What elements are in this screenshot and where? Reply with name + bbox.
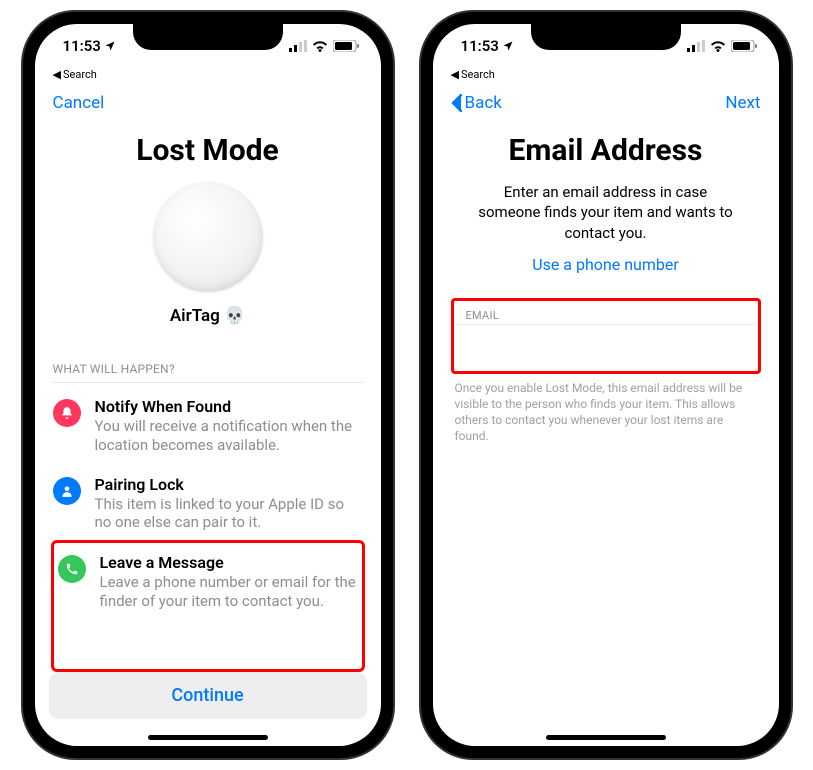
message-title: Leave a Message (100, 553, 358, 572)
location-icon (104, 40, 116, 52)
highlight-email-field: EMAIL (451, 298, 761, 374)
email-label: EMAIL (456, 303, 756, 324)
person-icon (53, 477, 81, 505)
airtag-image (153, 182, 263, 292)
page-subtitle: Enter an email address in case someone f… (451, 182, 761, 243)
section-header: WHAT WILL HAPPEN? (53, 362, 363, 383)
status-icons (687, 40, 757, 52)
home-indicator[interactable] (546, 735, 666, 740)
pairing-desc: This item is linked to your Apple ID so … (95, 495, 363, 533)
battery-icon (731, 40, 757, 52)
info-row-notify: Notify When Found You will receive a not… (53, 387, 363, 465)
use-phone-link[interactable]: Use a phone number (451, 255, 761, 274)
back-search-label: Search (461, 68, 495, 81)
email-footnote: Once you enable Lost Mode, this email ad… (451, 374, 761, 445)
screen-lost-mode: 11:53 ◀ Search Cancel Lost Mode AirTag 💀… (35, 24, 381, 746)
back-search-label: Search (63, 68, 97, 81)
bell-icon (53, 399, 81, 427)
page-title: Lost Mode (53, 133, 363, 168)
signal-icon (687, 40, 705, 52)
phone-right: 11:53 ◀ Search Back Next Email Address E… (421, 12, 791, 758)
content-area: Email Address Enter an email address in … (433, 123, 779, 729)
status-time: 11:53 (461, 37, 499, 55)
status-time: 11:53 (63, 37, 101, 55)
home-indicator[interactable] (148, 735, 268, 740)
phone-left: 11:53 ◀ Search Cancel Lost Mode AirTag 💀… (23, 12, 393, 758)
nav-bar: Cancel (35, 85, 381, 123)
cancel-button[interactable]: Cancel (53, 93, 105, 113)
notify-desc: You will receive a notification when the… (95, 417, 363, 455)
info-row-message: Leave a Message Leave a phone number or … (56, 545, 360, 667)
chevron-left-icon (451, 94, 462, 112)
status-bar: 11:53 (433, 24, 779, 68)
chevron-left-icon: ◀ (451, 68, 459, 81)
back-button[interactable]: Back (451, 93, 502, 113)
location-icon (502, 40, 514, 52)
continue-button[interactable]: Continue (49, 672, 367, 719)
next-button[interactable]: Next (725, 93, 760, 113)
phone-icon (58, 555, 86, 583)
wifi-icon (710, 40, 726, 52)
back-label: Back (465, 93, 502, 113)
content-area: Lost Mode AirTag 💀 WHAT WILL HAPPEN? Not… (35, 123, 381, 672)
pairing-title: Pairing Lock (95, 475, 363, 494)
info-row-pairing: Pairing Lock This item is linked to your… (53, 465, 363, 543)
page-title: Email Address (451, 133, 761, 168)
chevron-left-icon: ◀ (53, 68, 61, 81)
status-icons (289, 40, 359, 52)
back-to-search[interactable]: ◀ Search (433, 68, 779, 85)
highlight-leave-message: Leave a Message Leave a phone number or … (51, 540, 365, 672)
nav-bar: Back Next (433, 85, 779, 123)
wifi-icon (312, 40, 328, 52)
battery-icon (333, 40, 359, 52)
back-to-search[interactable]: ◀ Search (35, 68, 381, 85)
status-bar: 11:53 (35, 24, 381, 68)
notify-title: Notify When Found (95, 397, 363, 416)
email-input[interactable] (456, 324, 756, 369)
screen-email-address: 11:53 ◀ Search Back Next Email Address E… (433, 24, 779, 746)
message-desc: Leave a phone number or email for the fi… (100, 573, 358, 611)
item-name: AirTag 💀 (53, 306, 363, 326)
signal-icon (289, 40, 307, 52)
